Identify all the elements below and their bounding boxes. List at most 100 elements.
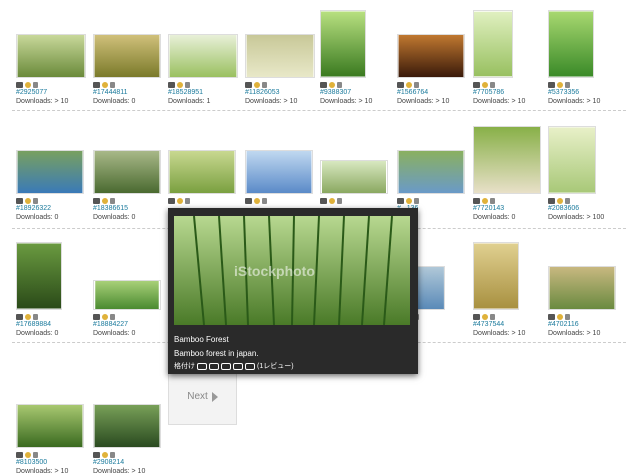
download-count: Downloads: 0 bbox=[93, 330, 136, 337]
credit-icon bbox=[482, 82, 488, 88]
photo-thumbnail[interactable] bbox=[16, 34, 86, 78]
photo-thumbnail[interactable] bbox=[93, 280, 161, 310]
photo-thumbnail[interactable] bbox=[93, 150, 161, 194]
photo-thumbnail[interactable] bbox=[473, 242, 519, 310]
credit-icon bbox=[254, 82, 260, 88]
download-count: Downloads: 0 bbox=[16, 330, 59, 337]
photo-id-link[interactable]: #7720143 bbox=[473, 205, 504, 212]
photo-thumbnail[interactable] bbox=[168, 150, 236, 194]
lightbox-icon[interactable] bbox=[33, 198, 38, 204]
photo-id-link[interactable]: #18528951 bbox=[168, 89, 203, 96]
license-icons bbox=[320, 81, 342, 89]
photo-id-link[interactable]: #7705786 bbox=[473, 89, 504, 96]
camera-icon bbox=[473, 314, 480, 320]
photo-thumbnail[interactable] bbox=[168, 34, 238, 78]
lightbox-icon[interactable] bbox=[262, 82, 267, 88]
license-icons bbox=[397, 197, 419, 205]
photo-id-link[interactable]: #11826053 bbox=[245, 89, 280, 96]
download-count: Downloads: > 10 bbox=[397, 98, 450, 105]
download-count: Downloads: 0 bbox=[16, 214, 59, 221]
photo-id-link[interactable]: #2925077 bbox=[16, 89, 47, 96]
download-count: Downloads: > 10 bbox=[473, 98, 526, 105]
download-count: Downloads: > 10 bbox=[16, 98, 69, 105]
download-count: Downloads: > 10 bbox=[320, 98, 373, 105]
camera-icon bbox=[168, 198, 175, 204]
photo-thumbnail[interactable] bbox=[93, 34, 161, 78]
lightbox-icon[interactable] bbox=[565, 82, 570, 88]
download-count: Downloads: > 10 bbox=[245, 98, 298, 105]
credit-icon bbox=[482, 314, 488, 320]
lightbox-icon[interactable] bbox=[110, 198, 115, 204]
photo-thumbnail[interactable] bbox=[548, 266, 616, 310]
lightbox-icon[interactable] bbox=[110, 314, 115, 320]
photo-thumbnail[interactable] bbox=[320, 160, 388, 194]
photo-thumbnail[interactable] bbox=[473, 10, 513, 78]
photo-id-link[interactable]: #2908214 bbox=[93, 459, 124, 466]
lightbox-icon[interactable] bbox=[414, 82, 419, 88]
download-count: Downloads: 0 bbox=[473, 214, 516, 221]
photo-thumbnail[interactable] bbox=[397, 34, 465, 78]
next-button[interactable]: Next bbox=[168, 368, 237, 425]
download-count: Downloads: 0 bbox=[93, 98, 136, 105]
download-count: Downloads: > 10 bbox=[473, 330, 526, 337]
photo-id-link[interactable]: #4737544 bbox=[473, 321, 504, 328]
photo-thumbnail[interactable] bbox=[548, 126, 596, 194]
photo-id-link[interactable]: #17444811 bbox=[93, 89, 128, 96]
lightbox-icon[interactable] bbox=[337, 82, 342, 88]
license-icons bbox=[93, 451, 115, 459]
photo-id-link[interactable]: #4702116 bbox=[548, 321, 579, 328]
photo-thumbnail[interactable] bbox=[16, 150, 84, 194]
lightbox-icon[interactable] bbox=[490, 82, 495, 88]
rating-icon bbox=[245, 362, 255, 370]
credit-icon bbox=[406, 198, 412, 204]
lightbox-icon[interactable] bbox=[337, 198, 342, 204]
lightbox-icon[interactable] bbox=[565, 314, 570, 320]
photo-id-link[interactable]: #2083606 bbox=[548, 205, 579, 212]
lightbox-icon[interactable] bbox=[110, 82, 115, 88]
photo-id-link[interactable]: #17689884 bbox=[16, 321, 51, 328]
lightbox-icon[interactable] bbox=[33, 314, 38, 320]
lightbox-icon[interactable] bbox=[33, 82, 38, 88]
photo-thumbnail[interactable] bbox=[548, 10, 594, 78]
photo-thumbnail[interactable] bbox=[93, 404, 161, 448]
camera-icon bbox=[397, 82, 404, 88]
photo-thumbnail[interactable] bbox=[245, 34, 315, 78]
camera-icon bbox=[548, 198, 555, 204]
lightbox-icon[interactable] bbox=[185, 82, 190, 88]
license-icons bbox=[16, 451, 38, 459]
lightbox-icon[interactable] bbox=[490, 314, 495, 320]
photo-id-link[interactable]: #9388307 bbox=[320, 89, 351, 96]
photo-thumbnail[interactable] bbox=[397, 150, 465, 194]
photo-id-link[interactable]: #18386615 bbox=[93, 205, 128, 212]
photo-id-link[interactable]: #18884227 bbox=[93, 321, 128, 328]
camera-icon bbox=[320, 82, 327, 88]
rating-icon bbox=[209, 362, 219, 370]
download-count: Downloads: 0 bbox=[93, 214, 136, 221]
license-icons bbox=[93, 81, 115, 89]
next-arrow-icon bbox=[211, 391, 218, 402]
credit-icon bbox=[329, 82, 335, 88]
photo-thumbnail[interactable] bbox=[473, 126, 541, 194]
lightbox-icon[interactable] bbox=[490, 198, 495, 204]
lightbox-icon[interactable] bbox=[185, 198, 190, 204]
photo-thumbnail[interactable] bbox=[245, 150, 313, 194]
license-icons bbox=[93, 197, 115, 205]
photo-thumbnail[interactable] bbox=[16, 242, 62, 310]
lightbox-icon[interactable] bbox=[414, 198, 419, 204]
popup-preview-image: iStockphoto bbox=[174, 216, 410, 325]
license-icons bbox=[16, 313, 38, 321]
license-icons bbox=[245, 197, 267, 205]
license-icons bbox=[168, 81, 190, 89]
photo-thumbnail[interactable] bbox=[320, 10, 366, 78]
lightbox-icon[interactable] bbox=[262, 198, 267, 204]
license-icons bbox=[548, 313, 570, 321]
photo-id-link[interactable]: #1566764 bbox=[397, 89, 428, 96]
lightbox-icon[interactable] bbox=[565, 198, 570, 204]
photo-id-link[interactable]: #5373356 bbox=[548, 89, 579, 96]
photo-id-link[interactable]: #8103500 bbox=[16, 459, 47, 466]
photo-thumbnail[interactable] bbox=[16, 404, 84, 448]
popup-description: Bamboo forest in japan. bbox=[174, 349, 259, 358]
license-icons bbox=[245, 81, 267, 89]
photo-id-link[interactable]: #18926322 bbox=[16, 205, 51, 212]
credit-icon bbox=[254, 198, 260, 204]
